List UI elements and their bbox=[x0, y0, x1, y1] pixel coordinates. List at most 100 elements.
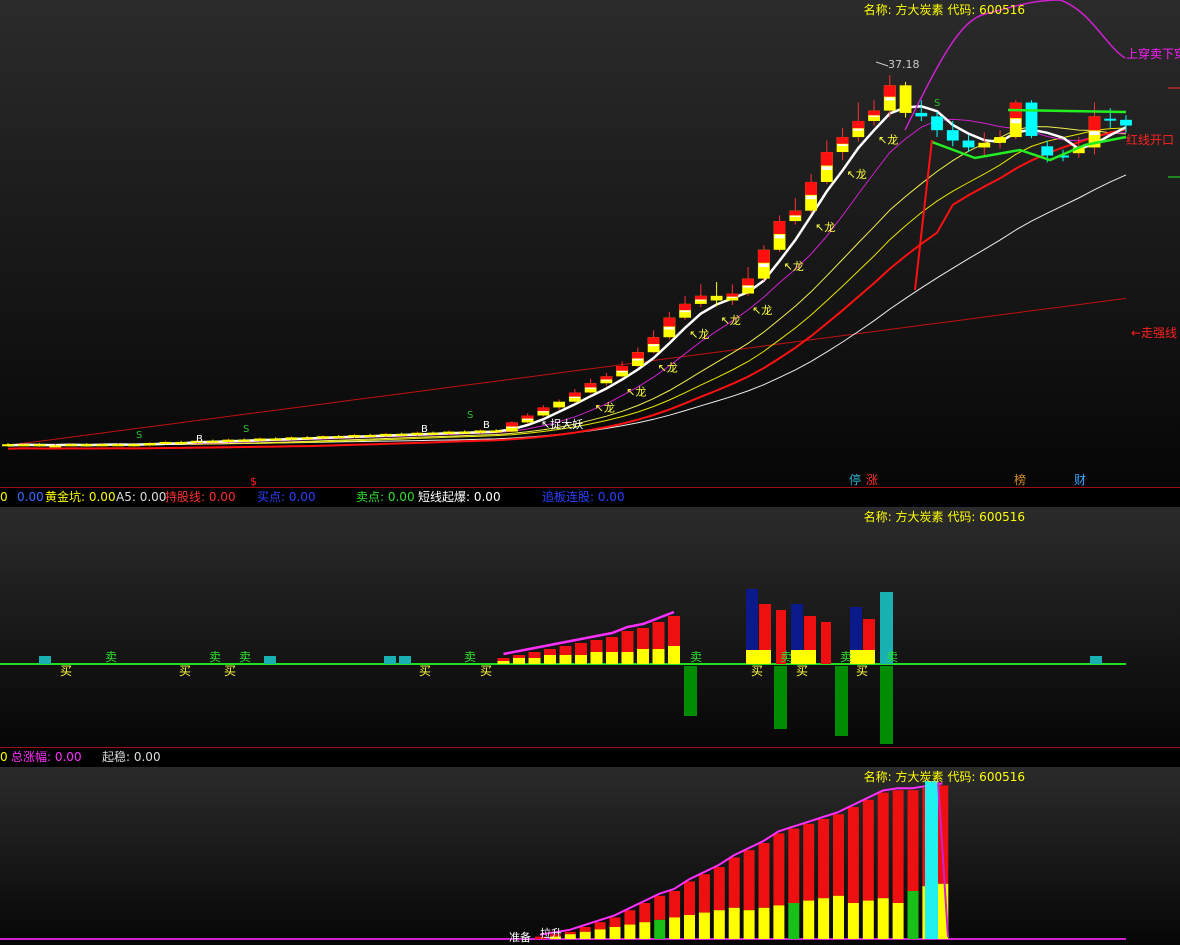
sell-label: 卖 bbox=[239, 650, 251, 664]
yellow-bar bbox=[497, 661, 510, 664]
candle-body bbox=[490, 430, 503, 433]
candle-body bbox=[254, 438, 266, 441]
candle-body bbox=[33, 444, 46, 447]
indicator-value: 短线起爆: 0.00 bbox=[418, 490, 501, 504]
dragon-marker: ↖龙 bbox=[878, 134, 898, 147]
stock-title-2: 名称: 方大炭素 代码: 600516 bbox=[863, 510, 1025, 524]
candle-body bbox=[1104, 118, 1117, 121]
buy-label: 买 bbox=[856, 664, 868, 678]
indicator-pane-2[interactable]: 买买买买买买买买卖卖卖卖卖卖卖卖 名称: 方大炭素 代码: 600516 bbox=[0, 507, 1180, 747]
candle-body bbox=[458, 431, 471, 434]
candle-stripe bbox=[743, 285, 753, 288]
yellow-bar bbox=[594, 929, 606, 939]
teal-block bbox=[264, 656, 276, 664]
red-bar bbox=[606, 637, 618, 652]
cyan-bar bbox=[925, 781, 938, 939]
candle-stripe bbox=[648, 344, 659, 347]
candle-stripe bbox=[1089, 131, 1100, 136]
sell-label: 卖 bbox=[105, 650, 117, 664]
main-price-pane[interactable]: 37.18 ↖龙 ↖龙 ↖龙 ↖龙 ↖龙 ↖龙 ↖龙 ↖龙 ↖龙 ↖龙 ↖捉大妖 S S S S B B B $ 上穿卖… bbox=[0, 0, 1180, 487]
yellow-bar bbox=[654, 919, 666, 939]
signal-s-marker: S bbox=[136, 430, 142, 441]
red-bar bbox=[669, 891, 681, 918]
candle-body-upper bbox=[852, 120, 865, 129]
candle-body-upper bbox=[679, 303, 692, 311]
blue-bar bbox=[791, 604, 803, 650]
candle-body-upper bbox=[616, 366, 629, 371]
indicator-chart-3[interactable]: 准备 拉升 bbox=[0, 767, 1180, 945]
badge-label: 涨 bbox=[866, 472, 878, 487]
signal-b-marker: B bbox=[483, 420, 490, 431]
yellow-bar bbox=[513, 658, 525, 664]
candle-body-upper bbox=[789, 210, 802, 216]
buy-label: 买 bbox=[751, 664, 763, 678]
candle-body-upper bbox=[537, 407, 550, 412]
dragon-marker: ↖龙 bbox=[626, 386, 646, 399]
red-bar bbox=[654, 895, 666, 920]
catch-demon-label: ↖捉大妖 bbox=[541, 417, 583, 431]
badge-label: 财 bbox=[1074, 473, 1086, 487]
candle-body bbox=[175, 441, 188, 444]
indicator-chart-2[interactable]: 买买买买买买买买卖卖卖卖卖卖卖卖 bbox=[0, 507, 1180, 747]
candle-body-upper bbox=[1088, 116, 1101, 131]
signal-s-marker: S bbox=[243, 424, 249, 435]
red-bar bbox=[833, 814, 844, 896]
dollar-marker: $ bbox=[250, 475, 257, 487]
red-bar bbox=[803, 823, 815, 901]
candle-body-upper bbox=[694, 295, 707, 300]
yellow-bar bbox=[746, 650, 771, 664]
yellow-bar bbox=[698, 912, 710, 939]
candle-stripe bbox=[869, 115, 879, 117]
indicator-values-bar: 0 0.00 黄金坑: 0.00 A5: 0.00 持股线: 0.00 买点: 0.00 卖… bbox=[0, 487, 1180, 508]
buy-label: 买 bbox=[60, 664, 72, 678]
dragon-marker: ↖龙 bbox=[595, 402, 615, 415]
high-price-label: 37.18 bbox=[888, 58, 920, 71]
candle-body bbox=[395, 433, 408, 436]
yellow-bar bbox=[609, 927, 621, 939]
candle-body bbox=[364, 435, 377, 438]
candle-body bbox=[348, 435, 361, 438]
candle-stripe bbox=[1010, 119, 1021, 124]
badge-label: 停 bbox=[849, 472, 861, 487]
candle-stripe bbox=[821, 166, 832, 170]
red-bar bbox=[847, 807, 859, 903]
candle-body bbox=[899, 85, 912, 113]
indicator-value: 0 bbox=[0, 750, 8, 764]
indicator-value: A5: 0.00 bbox=[116, 490, 167, 504]
indicator-value: 黄金坑: 0.00 bbox=[45, 490, 116, 504]
yellow-bar bbox=[684, 915, 695, 939]
blue-bar bbox=[850, 607, 862, 650]
yellow-bar bbox=[907, 891, 919, 939]
dragon-marker: ↖龙 bbox=[721, 314, 741, 327]
up-cross-label: 上穿卖下穿 bbox=[1126, 46, 1180, 61]
indicator-value: 起稳: 0.00 bbox=[102, 750, 161, 764]
candle-body-upper bbox=[757, 249, 770, 263]
green-bar bbox=[774, 666, 787, 729]
candlestick-chart[interactable]: 37.18↖龙↖龙↖龙↖龙↖龙↖龙↖龙↖龙↖龙↖龙↖捉大妖SSSSBB B$上穿卖… bbox=[0, 0, 1180, 487]
dragon-marker: ↖龙 bbox=[815, 221, 835, 234]
signal-b-marker: B bbox=[196, 434, 203, 445]
candle-body-upper bbox=[568, 392, 581, 397]
sell-label: 卖 bbox=[780, 650, 792, 664]
red-bar bbox=[892, 790, 904, 903]
candle-body-upper bbox=[820, 152, 833, 166]
yellow-bar bbox=[606, 652, 618, 664]
indicator-value: 0.00 bbox=[17, 490, 44, 504]
candle-body bbox=[994, 137, 1006, 143]
go-strong-label: ←走强线 bbox=[1131, 326, 1177, 340]
yellow-bar bbox=[773, 905, 785, 939]
candle-body bbox=[2, 444, 14, 447]
yellow-bar bbox=[579, 931, 591, 939]
indicator-pane-3[interactable]: 准备 拉升 名称: 方大炭素 代码: 600516 bbox=[0, 767, 1180, 945]
yellow-bar bbox=[833, 895, 844, 939]
stock-title: 名称: 方大炭素 代码: 600516 bbox=[863, 3, 1025, 17]
badge-label: 榜 bbox=[1014, 472, 1026, 487]
sell-label: 卖 bbox=[209, 650, 221, 664]
lift-label: 拉升 bbox=[540, 926, 562, 940]
green-bar bbox=[880, 666, 893, 744]
red-bar bbox=[743, 850, 755, 911]
red-bar bbox=[564, 931, 576, 935]
ma-magenta bbox=[7, 118, 1127, 446]
candle-body bbox=[96, 444, 109, 447]
candle-stripe bbox=[538, 411, 549, 413]
